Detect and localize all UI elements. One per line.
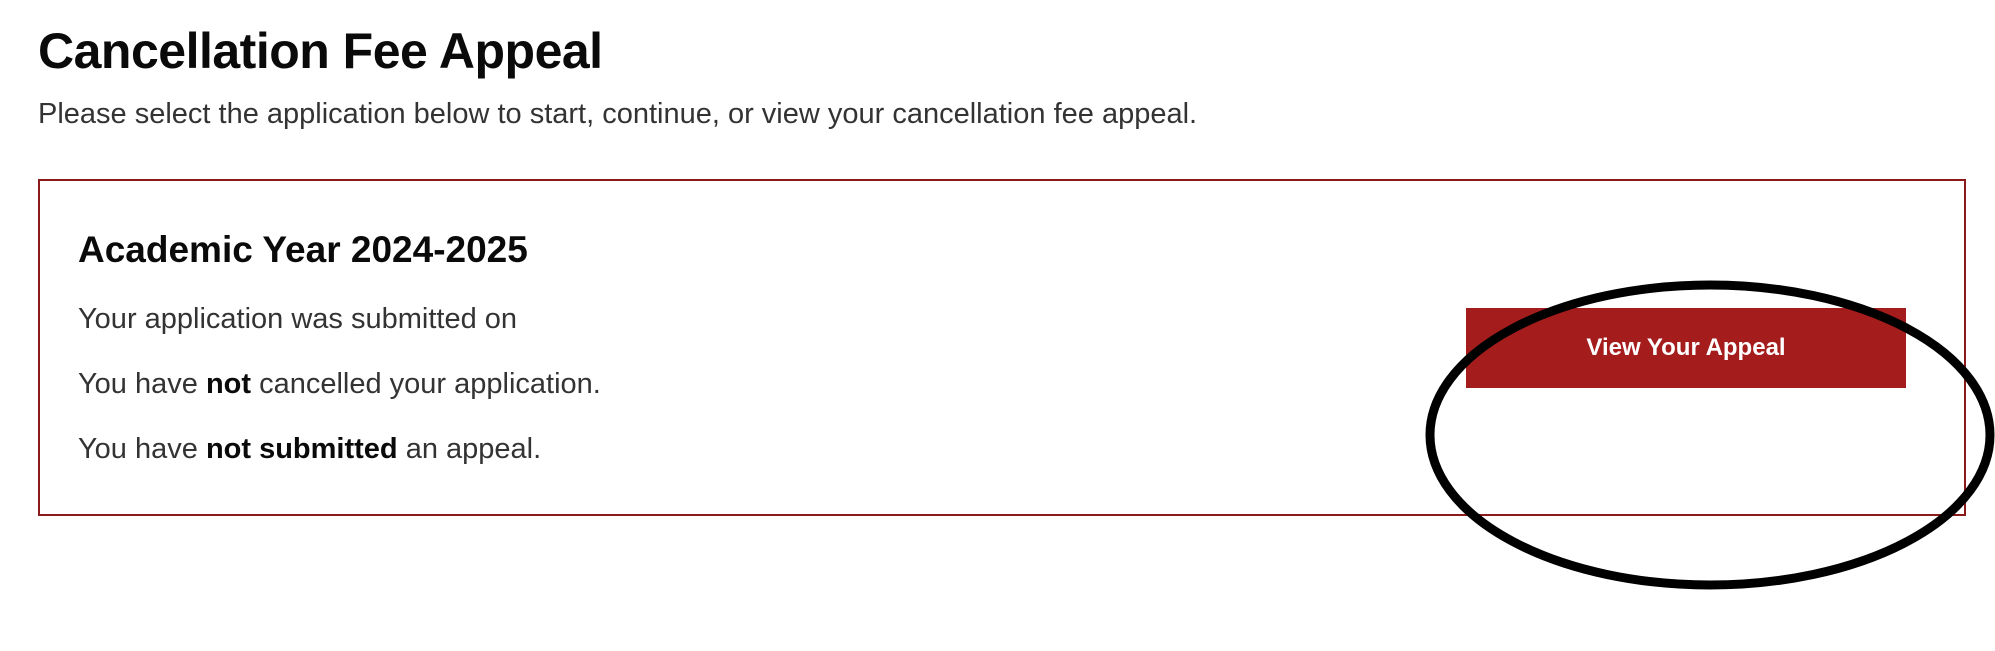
appeal-bold: not submitted <box>206 433 398 465</box>
cancel-prefix: You have <box>78 368 206 400</box>
appeal-card: Academic Year 2024-2025 Your application… <box>38 179 1966 516</box>
card-content: Academic Year 2024-2025 Your application… <box>78 229 1466 466</box>
card-title: Academic Year 2024-2025 <box>78 229 1466 271</box>
view-appeal-button[interactable]: View Your Appeal <box>1466 308 1906 388</box>
page-subtitle: Please select the application below to s… <box>38 98 1995 131</box>
page-title: Cancellation Fee Appeal <box>38 22 1995 80</box>
cancel-suffix: cancelled your application. <box>251 368 601 400</box>
appeal-status: You have not submitted an appeal. <box>78 433 1466 466</box>
card-actions: View Your Appeal <box>1466 308 1926 388</box>
appeal-suffix: an appeal. <box>398 433 542 465</box>
appeal-prefix: You have <box>78 433 206 465</box>
cancel-bold: not <box>206 368 251 400</box>
submitted-prefix: Your application was submitted on <box>78 303 517 335</box>
cancel-status: You have not cancelled your application. <box>78 368 1466 401</box>
submitted-status: Your application was submitted on <box>78 303 1466 336</box>
